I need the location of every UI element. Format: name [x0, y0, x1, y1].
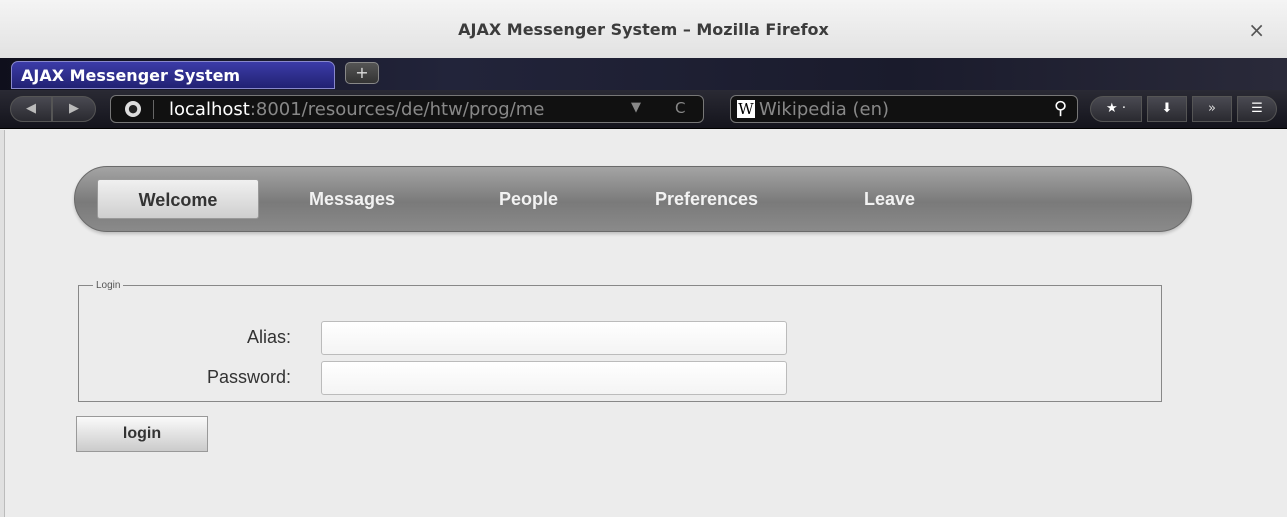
navigation-toolbar: ◀ ▶ ● localhost:8001/resources/de/htw/pr…: [0, 90, 1287, 129]
tab-strip: AJAX Messenger System +: [0, 58, 1287, 90]
login-fieldset: Login Alias: Password:: [78, 280, 1162, 402]
nav-welcome[interactable]: Welcome: [97, 179, 259, 219]
nav-people[interactable]: People: [499, 189, 558, 210]
login-legend: Login: [96, 280, 121, 291]
menu-button[interactable]: ☰: [1237, 96, 1277, 122]
nav-leave[interactable]: Leave: [864, 189, 915, 210]
url-path: :8001/resources/de/htw/prog/me: [249, 99, 545, 120]
url-divider: [153, 100, 154, 119]
tab-ajax-messenger[interactable]: AJAX Messenger System: [11, 61, 335, 89]
nav-preferences[interactable]: Preferences: [655, 189, 758, 210]
reload-icon[interactable]: C: [675, 99, 685, 117]
password-input[interactable]: [321, 361, 787, 395]
search-icon[interactable]: ⚲: [1054, 98, 1067, 119]
app-nav-bar: Welcome Messages People Preferences Leav…: [74, 166, 1192, 232]
login-button[interactable]: login: [76, 416, 208, 452]
url-host: localhost: [169, 99, 250, 120]
nav-messages[interactable]: Messages: [309, 189, 395, 210]
url-dropdown-icon[interactable]: ▼: [631, 100, 641, 115]
window-left-edge: [0, 130, 5, 517]
password-label: Password:: [206, 367, 291, 387]
url-bar[interactable]: ● localhost:8001/resources/de/htw/prog/m…: [110, 95, 704, 123]
alias-label: Alias:: [246, 327, 291, 347]
overflow-button[interactable]: »: [1192, 96, 1232, 122]
new-tab-button[interactable]: +: [345, 62, 379, 84]
globe-icon: ●: [125, 101, 141, 117]
alias-input[interactable]: [321, 321, 787, 355]
window-title: AJAX Messenger System – Mozilla Firefox: [458, 20, 829, 39]
search-input[interactable]: Wikipedia (en): [759, 99, 889, 120]
back-button[interactable]: ◀: [10, 96, 52, 122]
bookmark-star-button[interactable]: ★ ·: [1090, 96, 1142, 122]
search-bar[interactable]: W Wikipedia (en) ⚲: [730, 95, 1078, 123]
wikipedia-icon[interactable]: W: [737, 100, 755, 118]
window-titlebar: AJAX Messenger System – Mozilla Firefox …: [0, 0, 1287, 59]
close-icon[interactable]: ×: [1248, 18, 1265, 42]
url-text[interactable]: localhost:8001/resources/de/htw/prog/me: [169, 99, 609, 120]
download-button[interactable]: ⬇: [1147, 96, 1187, 122]
forward-button[interactable]: ▶: [52, 96, 96, 122]
